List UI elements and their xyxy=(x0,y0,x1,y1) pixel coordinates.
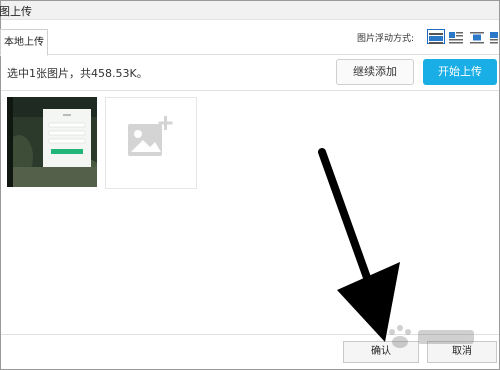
tab-local-upload[interactable]: 本地上传 xyxy=(0,29,48,56)
tab-bar: 本地上传 xyxy=(0,20,499,56)
float-none-icon[interactable] xyxy=(427,29,445,44)
continue-add-button[interactable]: 继续添加 xyxy=(336,59,414,85)
toolbar-divider xyxy=(1,90,499,91)
float-left-icon[interactable] xyxy=(448,29,466,44)
image-add-icon xyxy=(128,116,173,156)
float-center-icon[interactable] xyxy=(469,29,487,44)
start-upload-button[interactable]: 开始上传 xyxy=(423,59,497,85)
uploaded-image-thumbnail[interactable] xyxy=(7,97,97,187)
upload-dialog: 图上传 本地上传 图片浮动方式: 选中1张图片，共458.53K。 继续添加 开… xyxy=(0,0,500,370)
float-right-icon[interactable] xyxy=(489,29,499,44)
dialog-title: 图上传 xyxy=(0,5,32,18)
image-float-label: 图片浮动方式: xyxy=(357,34,415,44)
add-image-placeholder[interactable] xyxy=(105,97,197,189)
title-bar: 图上传 xyxy=(0,1,499,20)
baidu-watermark-logo xyxy=(389,325,474,348)
upload-status-text: 选中1张图片，共458.53K。 xyxy=(7,67,148,80)
